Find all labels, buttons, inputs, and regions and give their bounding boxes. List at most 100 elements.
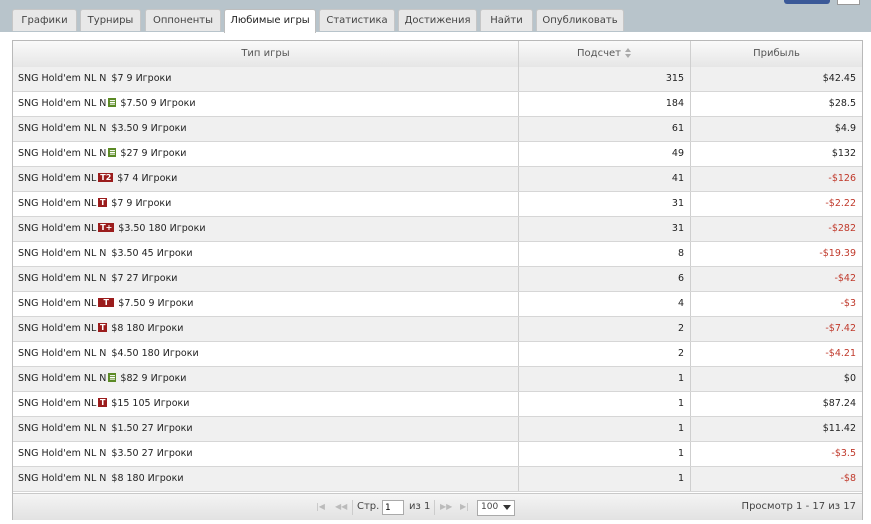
game-type-details: $27 9 Игроки [120, 148, 187, 159]
tab-tournaments[interactable]: Турниры [80, 9, 141, 31]
turbo-satellite-icon: T [98, 298, 115, 307]
game-type-prefix: SNG Hold'em NL N [18, 248, 107, 259]
game-type-details: $3.50 45 Игроки [111, 248, 193, 259]
count-cell: 31 [519, 192, 691, 216]
game-type-prefix: SNG Hold'em NL [18, 223, 97, 234]
count-cell: 41 [519, 167, 691, 191]
count-cell: 1 [519, 392, 691, 416]
rows-per-page-select[interactable]: 100 [477, 500, 515, 516]
turbo-icon: T [98, 398, 108, 407]
chevron-down-icon [503, 505, 511, 510]
prev-page-icon[interactable]: ◀◀ [335, 502, 347, 511]
profit-cell: $28.5 [828, 98, 856, 109]
table-row[interactable]: SNG Hold'em NL N $7 9 Игроки 315 $42.45 [13, 67, 862, 92]
game-type-details: $3.50 9 Игроки [111, 123, 187, 134]
table-row[interactable]: SNG Hold'em NL N ≡ $7.50 9 Игроки 184 $28.5 [13, 92, 862, 117]
tab-achievements[interactable]: Достижения [398, 9, 477, 31]
game-type-prefix: SNG Hold'em NL N [18, 98, 107, 109]
column-header-profit-label: Прибыль [753, 48, 800, 59]
game-type-details: $7 9 Игроки [111, 198, 172, 209]
tab-search[interactable]: Найти [480, 9, 533, 31]
game-type-prefix: SNG Hold'em NL N [18, 148, 107, 159]
count-cell: 1 [519, 367, 691, 391]
count-cell: 8 [519, 242, 691, 266]
page-label: Стр. [357, 501, 380, 512]
column-header-count-label: Подсчет [577, 48, 621, 59]
table-row[interactable]: SNG Hold'em NL N $3.50 45 Игроки 8 -$19.39 [13, 242, 862, 267]
count-cell: 184 [519, 92, 691, 116]
table-row[interactable]: SNG Hold'em NL T $7 9 Игроки 31 -$2.22 [13, 192, 862, 217]
profit-cell: -$19.39 [819, 248, 856, 259]
game-type-cell: SNG Hold'em NL N $4.50 180 Игроки [13, 342, 519, 366]
count-cell: 4 [519, 292, 691, 316]
game-type-cell: SNG Hold'em NL N $1.50 27 Игроки [13, 417, 519, 441]
top-right-button[interactable] [837, 0, 860, 5]
profit-cell: $132 [831, 148, 856, 159]
game-type-cell: SNG Hold'em NL N $3.50 45 Игроки [13, 242, 519, 266]
table-row[interactable]: SNG Hold'em NL T+ $3.50 180 Игроки 31 -$282 [13, 217, 862, 242]
table-row[interactable]: SNG Hold'em NL T $7.50 9 Игроки 4 -$3 [13, 292, 862, 317]
table-row[interactable]: SNG Hold'em NL N $3.50 9 Игроки 61 $4.9 [13, 117, 862, 142]
profit-cell: -$8 [840, 473, 856, 484]
count-cell: 315 [519, 67, 691, 91]
column-header-profit[interactable]: Прибыль [691, 41, 862, 67]
tab-statistics[interactable]: Статистика [319, 9, 395, 31]
facebook-button[interactable] [784, 0, 830, 4]
tab-publish[interactable]: Опубликовать [536, 9, 624, 31]
game-type-cell: SNG Hold'em NL T $7 9 Игроки [13, 192, 519, 216]
profit-cell: $4.9 [834, 123, 856, 134]
satellite-icon: ≡ [108, 373, 117, 382]
last-page-icon[interactable]: ▶| [460, 502, 469, 511]
turbo-icon: T [98, 198, 108, 207]
profit-cell: -$3 [840, 298, 856, 309]
sort-icon[interactable] [624, 48, 632, 58]
game-type-prefix: SNG Hold'em NL [18, 323, 97, 334]
count-cell: 31 [519, 217, 691, 241]
profit-cell: -$4.21 [825, 348, 856, 359]
game-type-prefix: SNG Hold'em NL [18, 173, 97, 184]
table-row[interactable]: SNG Hold'em NL N $8 180 Игроки 1 -$8 [13, 467, 862, 492]
page-number-input[interactable] [382, 500, 404, 515]
table-row[interactable]: SNG Hold'em NL N $3.50 27 Игроки 1 -$3.5 [13, 442, 862, 467]
turbo-icon: T+ [98, 223, 115, 232]
table-row[interactable]: SNG Hold'em NL N $4.50 180 Игроки 2 -$4.21 [13, 342, 862, 367]
game-type-prefix: SNG Hold'em NL N [18, 423, 107, 434]
table-row[interactable]: SNG Hold'em NL N $7 27 Игроки 6 -$42 [13, 267, 862, 292]
profit-cell: -$2.22 [825, 198, 856, 209]
game-type-prefix: SNG Hold'em NL [18, 298, 97, 309]
table-row[interactable]: SNG Hold'em NL T $8 180 Игроки 2 -$7.42 [13, 317, 862, 342]
game-type-prefix: SNG Hold'em NL N [18, 473, 107, 484]
game-type-cell: SNG Hold'em NL N $8 180 Игроки [13, 467, 519, 491]
turbo-icon: T [98, 323, 108, 332]
column-header-game-type[interactable]: Тип игры [13, 41, 519, 67]
tab-favorite-games[interactable]: Любимые игры [224, 9, 316, 33]
page-count-label: из 1 [409, 501, 431, 512]
column-header-count[interactable]: Подсчет [519, 41, 691, 67]
game-type-prefix: SNG Hold'em NL N [18, 123, 107, 134]
table-row[interactable]: SNG Hold'em NL N $1.50 27 Игроки 1 $11.42 [13, 417, 862, 442]
game-type-prefix: SNG Hold'em NL N [18, 348, 107, 359]
game-type-details: $7 9 Игроки [111, 73, 172, 84]
count-cell: 1 [519, 467, 691, 491]
table-row[interactable]: SNG Hold'em NL T2 $7 4 Игроки 41 -$126 [13, 167, 862, 192]
game-type-cell: SNG Hold'em NL N ≡ $7.50 9 Игроки [13, 92, 519, 116]
table-row[interactable]: SNG Hold'em NL N ≡ $27 9 Игроки 49 $132 [13, 142, 862, 167]
column-header-game-type-label: Тип игры [241, 48, 290, 59]
game-type-prefix: SNG Hold'em NL N [18, 273, 107, 284]
profit-cell: $11.42 [822, 423, 856, 434]
profit-cell: $0 [843, 373, 856, 384]
game-type-cell: SNG Hold'em NL T+ $3.50 180 Игроки [13, 217, 519, 241]
next-page-icon[interactable]: ▶▶ [440, 502, 452, 511]
game-type-details: $8 180 Игроки [111, 323, 184, 334]
table-row[interactable]: SNG Hold'em NL T $15 105 Игроки 1 $87.24 [13, 392, 862, 417]
game-type-details: $8 180 Игроки [111, 473, 184, 484]
first-page-icon[interactable]: |◀ [316, 502, 325, 511]
tab-charts[interactable]: Графики [12, 9, 77, 31]
satellite-icon: ≡ [108, 148, 117, 157]
table-row[interactable]: SNG Hold'em NL N ≡ $82 9 Игроки 1 $0 [13, 367, 862, 392]
game-type-cell: SNG Hold'em NL T $8 180 Игроки [13, 317, 519, 341]
tab-opponents[interactable]: Оппоненты [145, 9, 221, 31]
count-cell: 1 [519, 417, 691, 441]
rows-per-page-value: 100 [481, 502, 499, 512]
profit-cell: -$126 [828, 173, 856, 184]
